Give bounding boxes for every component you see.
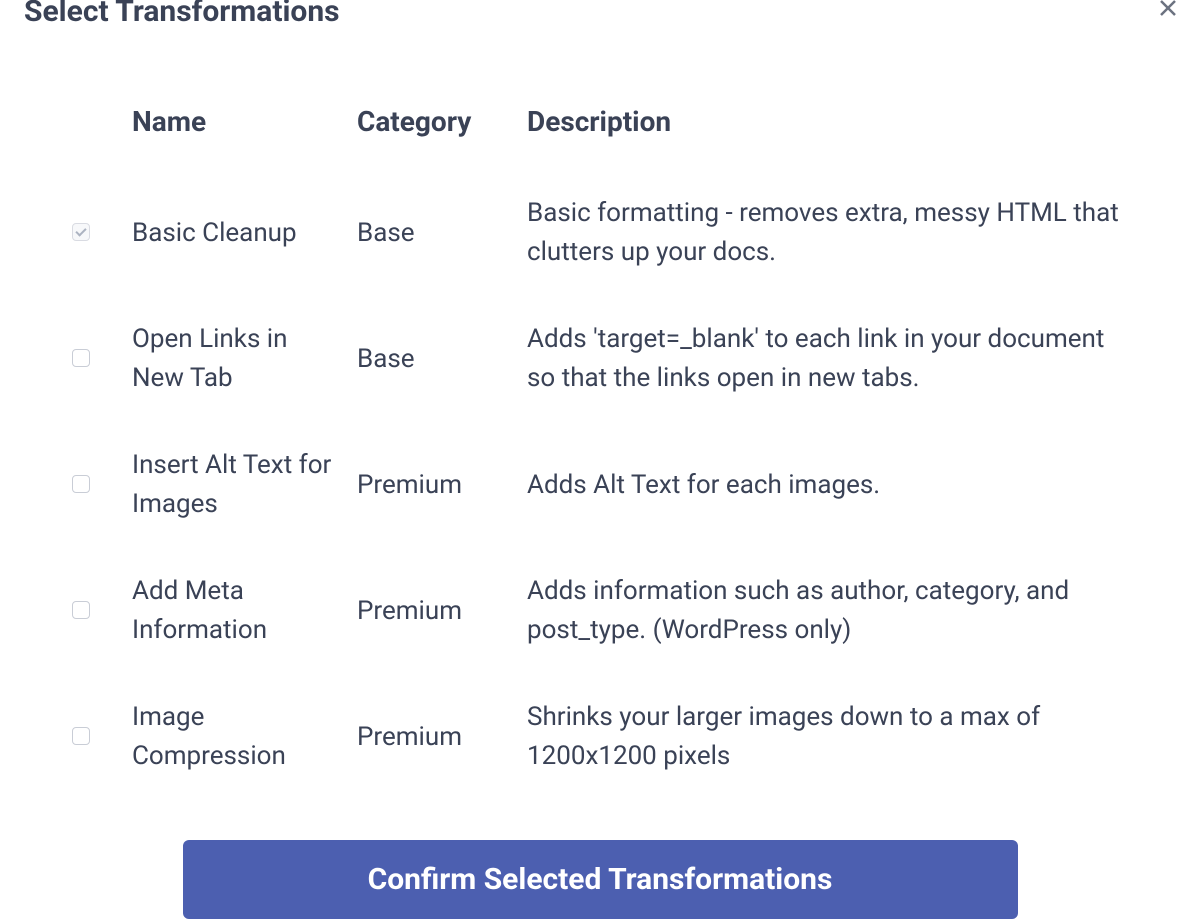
- row-name: Basic Cleanup: [120, 170, 345, 296]
- row-checkbox[interactable]: [72, 475, 90, 493]
- row-category: Premium: [345, 548, 515, 674]
- modal-header: Select Transformations: [0, 0, 1200, 29]
- row-checkbox[interactable]: [72, 601, 90, 619]
- row-category: Base: [345, 296, 515, 422]
- row-description: Basic formatting - removes extra, messy …: [515, 170, 1140, 296]
- row-category: Premium: [345, 674, 515, 800]
- row-name: Open Links in New Tab: [120, 296, 345, 422]
- close-icon: [1156, 0, 1180, 20]
- modal-title: Select Transformations: [24, 0, 340, 29]
- row-checkbox: [72, 223, 90, 241]
- confirm-wrapper: Confirm Selected Transformations: [0, 840, 1200, 919]
- table-row: Add Meta InformationPremiumAdds informat…: [60, 548, 1140, 674]
- row-name: Add Meta Information: [120, 548, 345, 674]
- header-checkbox-col: [60, 89, 120, 170]
- row-checkbox[interactable]: [72, 349, 90, 367]
- transformations-table: Name Category Description Basic CleanupB…: [60, 89, 1140, 800]
- row-description: Shrinks your larger images down to a max…: [515, 674, 1140, 800]
- checkbox-cell: [60, 674, 120, 800]
- checkbox-cell: [60, 170, 120, 296]
- header-category: Category: [345, 89, 515, 170]
- close-button[interactable]: [1156, 0, 1180, 23]
- row-checkbox[interactable]: [72, 727, 90, 745]
- row-name: Insert Alt Text for Images: [120, 422, 345, 548]
- confirm-button[interactable]: Confirm Selected Transformations: [183, 840, 1018, 919]
- table-row: Open Links in New TabBaseAdds 'target=_b…: [60, 296, 1140, 422]
- checkbox-cell: [60, 296, 120, 422]
- row-category: Base: [345, 170, 515, 296]
- row-category: Premium: [345, 422, 515, 548]
- table-row: Image CompressionPremiumShrinks your lar…: [60, 674, 1140, 800]
- checkbox-cell: [60, 548, 120, 674]
- header-name: Name: [120, 89, 345, 170]
- table-row: Basic CleanupBaseBasic formatting - remo…: [60, 170, 1140, 296]
- table-row: Insert Alt Text for ImagesPremiumAdds Al…: [60, 422, 1140, 548]
- row-name: Image Compression: [120, 674, 345, 800]
- modal-content: Name Category Description Basic CleanupB…: [0, 29, 1200, 800]
- header-description: Description: [515, 89, 1140, 170]
- checkbox-cell: [60, 422, 120, 548]
- row-description: Adds 'target=_blank' to each link in you…: [515, 296, 1140, 422]
- row-description: Adds information such as author, categor…: [515, 548, 1140, 674]
- row-description: Adds Alt Text for each images.: [515, 422, 1140, 548]
